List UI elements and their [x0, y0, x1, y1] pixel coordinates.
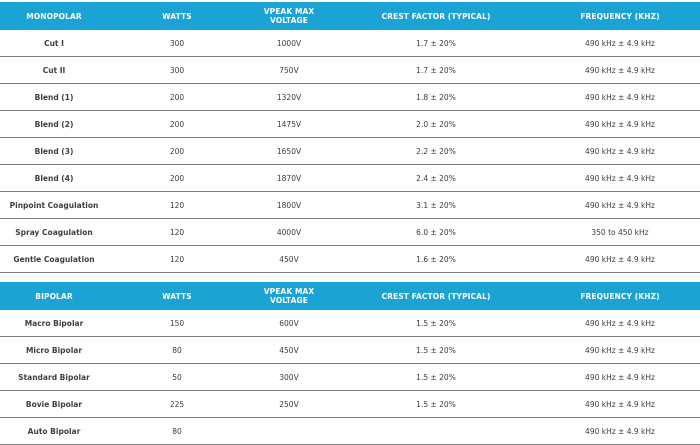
crest-factor-cell: 6.0 ± 20% — [332, 218, 540, 246]
watts-column-header: WATTS — [108, 2, 246, 30]
mode-cell: Blend (2) — [0, 110, 108, 138]
crest-factor-column-header: CREST FACTOR (TYPICAL) — [332, 2, 540, 30]
mode-column-header: BIPOLAR — [0, 282, 108, 310]
table-row: Macro Bipolar 150 600V 1.5 ± 20% 490 kHz ± 4… — [0, 310, 700, 337]
watts-cell: 200 — [108, 137, 246, 165]
crest-factor-cell: 1.5 ± 20% — [332, 336, 540, 364]
vpeak-cell: 450V — [246, 245, 332, 273]
table-row: Cut I 300 1000V 1.7 ± 20% 490 kHz ± 4.9 kHz — [0, 30, 700, 57]
crest-factor-cell: 2.4 ± 20% — [332, 164, 540, 192]
crest-factor-cell: 1.7 ± 20% — [332, 30, 540, 57]
frequency-cell: 490 kHz ± 4.9 kHz — [540, 417, 700, 445]
table-row: Cut II 300 750V 1.7 ± 20% 490 kHz ± 4.9 kHz — [0, 56, 700, 84]
watts-cell: 80 — [108, 336, 246, 364]
table-row: Gentle Coagulation 120 450V 1.6 ± 20% 490 kH… — [0, 245, 700, 273]
table-row: Blend (1) 200 1320V 1.8 ± 20% 490 kHz ± 4.9 … — [0, 83, 700, 111]
crest-factor-cell: 1.5 ± 20% — [332, 363, 540, 391]
vpeak-column-header: VPEAK MAX VOLTAGE — [246, 2, 332, 30]
frequency-cell: 350 to 450 kHz — [540, 218, 700, 246]
vpeak-cell: 600V — [246, 310, 332, 337]
mode-cell: Spray Coagulation — [0, 218, 108, 246]
vpeak-cell — [246, 417, 332, 445]
crest-factor-column-header: CREST FACTOR (TYPICAL) — [332, 282, 540, 310]
watts-cell: 200 — [108, 164, 246, 192]
table-row: Spray Coagulation 120 4000V 6.0 ± 20% 350 to… — [0, 218, 700, 246]
watts-cell: 225 — [108, 390, 246, 418]
crest-factor-cell: 3.1 ± 20% — [332, 191, 540, 219]
vpeak-cell: 1650V — [246, 137, 332, 165]
frequency-cell: 490 kHz ± 4.9 kHz — [540, 390, 700, 418]
vpeak-cell: 1000V — [246, 30, 332, 57]
table-row: Auto Bipolar 80 490 kHz ± 4.9 kHz — [0, 417, 700, 445]
table-row: Standard Bipolar 50 300V 1.5 ± 20% 490 kHz ±… — [0, 363, 700, 391]
vpeak-cell: 750V — [246, 56, 332, 84]
mode-cell: Cut I — [0, 30, 108, 57]
watts-cell: 50 — [108, 363, 246, 391]
frequency-cell: 490 kHz ± 4.9 kHz — [540, 363, 700, 391]
frequency-cell: 490 kHz ± 4.9 kHz — [540, 191, 700, 219]
table-header-row: BIPOLAR WATTS VPEAK MAX VOLTAGE CREST FACTO… — [0, 282, 700, 310]
watts-cell: 300 — [108, 56, 246, 84]
vpeak-cell: 250V — [246, 390, 332, 418]
mode-cell: Auto Bipolar — [0, 417, 108, 445]
frequency-cell: 490 kHz ± 4.9 kHz — [540, 83, 700, 111]
table-header-row: MONOPOLAR WATTS VPEAK MAX VOLTAGE CREST FAC… — [0, 2, 700, 30]
watts-cell: 300 — [108, 30, 246, 57]
crest-factor-cell — [332, 417, 540, 445]
table-row: Blend (3) 200 1650V 2.2 ± 20% 490 kHz ± 4.9 … — [0, 137, 700, 165]
vpeak-cell: 1800V — [246, 191, 332, 219]
table-row: Bovie Bipolar 225 250V 1.5 ± 20% 490 kHz ± 4… — [0, 390, 700, 418]
vpeak-cell: 1475V — [246, 110, 332, 138]
frequency-cell: 490 kHz ± 4.9 kHz — [540, 30, 700, 57]
mode-column-header: MONOPOLAR — [0, 2, 108, 30]
vpeak-cell: 1870V — [246, 164, 332, 192]
table-row: Blend (4) 200 1870V 2.4 ± 20% 490 kHz ± 4.9 … — [0, 164, 700, 192]
vpeak-cell: 450V — [246, 336, 332, 364]
crest-factor-cell: 2.2 ± 20% — [332, 137, 540, 165]
watts-cell: 150 — [108, 310, 246, 337]
frequency-cell: 490 kHz ± 4.9 kHz — [540, 310, 700, 337]
monopolar-spec-table: MONOPOLAR WATTS VPEAK MAX VOLTAGE CREST FAC… — [0, 2, 700, 273]
frequency-cell: 490 kHz ± 4.9 kHz — [540, 56, 700, 84]
mode-cell: Micro Bipolar — [0, 336, 108, 364]
table-row: Blend (2) 200 1475V 2.0 ± 20% 490 kHz ± 4.9 … — [0, 110, 700, 138]
crest-factor-cell: 2.0 ± 20% — [332, 110, 540, 138]
watts-cell: 80 — [108, 417, 246, 445]
frequency-cell: 490 kHz ± 4.9 kHz — [540, 110, 700, 138]
crest-factor-cell: 1.5 ± 20% — [332, 390, 540, 418]
vpeak-column-header: VPEAK MAX VOLTAGE — [246, 282, 332, 310]
frequency-column-header: FREQUENCY (KHZ) — [540, 2, 700, 30]
watts-cell: 120 — [108, 218, 246, 246]
frequency-cell: 490 kHz ± 4.9 kHz — [540, 336, 700, 364]
mode-cell: Pinpoint Coagulation — [0, 191, 108, 219]
mode-cell: Standard Bipolar — [0, 363, 108, 391]
mode-cell: Blend (1) — [0, 83, 108, 111]
crest-factor-cell: 1.7 ± 20% — [332, 56, 540, 84]
table-row: Micro Bipolar 80 450V 1.5 ± 20% 490 kHz ± 4.… — [0, 336, 700, 364]
frequency-cell: 490 kHz ± 4.9 kHz — [540, 164, 700, 192]
mode-cell: Bovie Bipolar — [0, 390, 108, 418]
watts-cell: 120 — [108, 191, 246, 219]
frequency-cell: 490 kHz ± 4.9 kHz — [540, 245, 700, 273]
vpeak-cell: 4000V — [246, 218, 332, 246]
mode-cell: Gentle Coagulation — [0, 245, 108, 273]
crest-factor-cell: 1.6 ± 20% — [332, 245, 540, 273]
watts-column-header: WATTS — [108, 282, 246, 310]
mode-cell: Blend (4) — [0, 164, 108, 192]
frequency-column-header: FREQUENCY (KHZ) — [540, 282, 700, 310]
vpeak-cell: 1320V — [246, 83, 332, 111]
crest-factor-cell: 1.8 ± 20% — [332, 83, 540, 111]
mode-cell: Cut II — [0, 56, 108, 84]
mode-cell: Blend (3) — [0, 137, 108, 165]
frequency-cell: 490 kHz ± 4.9 kHz — [540, 137, 700, 165]
crest-factor-cell: 1.5 ± 20% — [332, 310, 540, 337]
watts-cell: 200 — [108, 110, 246, 138]
watts-cell: 120 — [108, 245, 246, 273]
bipolar-spec-table: BIPOLAR WATTS VPEAK MAX VOLTAGE CREST FACTO… — [0, 282, 700, 445]
watts-cell: 200 — [108, 83, 246, 111]
table-row: Pinpoint Coagulation 120 1800V 3.1 ± 20% 490… — [0, 191, 700, 219]
vpeak-cell: 300V — [246, 363, 332, 391]
mode-cell: Macro Bipolar — [0, 310, 108, 337]
